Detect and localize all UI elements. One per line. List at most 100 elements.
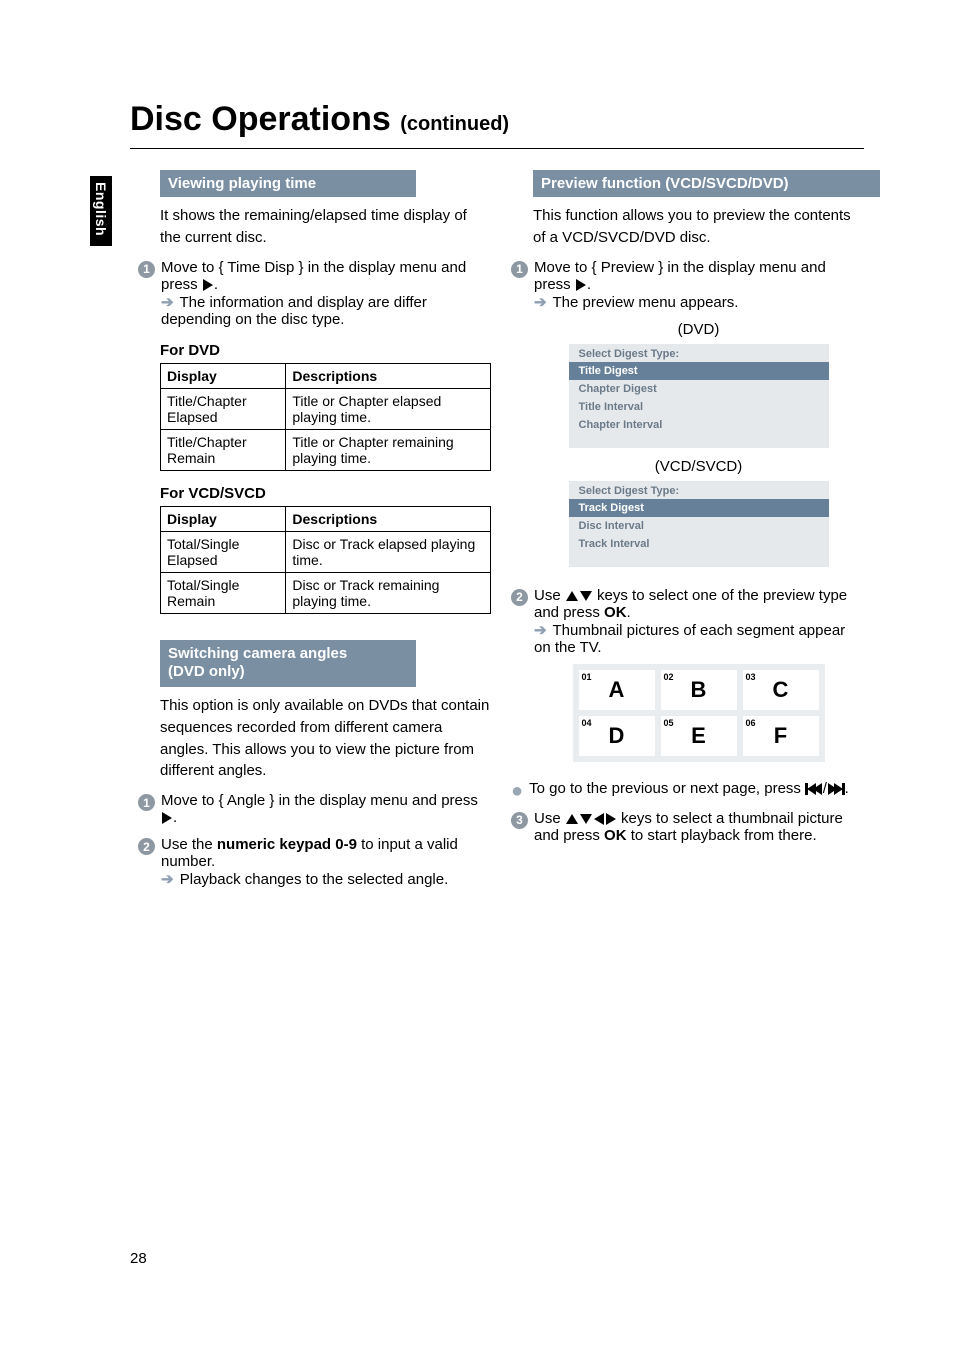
l2s1a: Move to { Angle } in the display menu an…	[161, 792, 478, 809]
spacer	[160, 614, 491, 640]
result-arrow-icon: ➔	[534, 622, 549, 639]
table-row: Title/Chapter RemainTitle or Chapter rem…	[161, 429, 491, 470]
caption-for-dvd: For DVD	[160, 342, 491, 359]
preview-menu-vcd: Select Digest Type: Track Digest Disc In…	[569, 481, 829, 567]
td: Title/Chapter Elapsed	[161, 388, 286, 429]
td: Disc or Track remaining playing time.	[286, 572, 491, 613]
td: Total/Single Elapsed	[161, 531, 286, 572]
title-sub: (continued)	[400, 113, 509, 135]
right-triangle-icon	[576, 279, 586, 291]
right-column: Preview function (VCD/SVCD/DVD) This fun…	[533, 170, 864, 888]
step-left1-1-text: Move to { Time Disp } in the display men…	[161, 259, 491, 328]
right-triangle-icon	[203, 279, 213, 291]
th: Descriptions	[286, 363, 491, 388]
up-triangle-icon	[566, 814, 578, 824]
page-title-wrap: Disc Operations (continued)	[130, 100, 864, 139]
table-row: Title/Chapter ElapsedTitle or Chapter el…	[161, 388, 491, 429]
step-left2-2-text: Use the numeric keypad 0-9 to input a va…	[161, 836, 491, 888]
l2s1b: .	[173, 809, 177, 826]
caption-dvd-menu: (DVD)	[533, 321, 864, 338]
thumb-label: C	[743, 670, 819, 710]
th: Descriptions	[286, 506, 491, 531]
thumb-label: A	[579, 670, 655, 710]
th: Display	[161, 363, 286, 388]
r3a: Use	[534, 810, 565, 827]
intro-preview: This function allows you to preview the …	[533, 205, 864, 249]
caption-vcd-menu: (VCD/SVCD)	[533, 458, 864, 475]
section-header-preview: Preview function (VCD/SVCD/DVD)	[533, 170, 880, 197]
intro-camera-angles: This option is only available on DVDs th…	[160, 695, 491, 782]
menu-item-selected: Track Digest	[569, 499, 829, 517]
step-right-1: 1 Move to { Preview } in the display men…	[511, 259, 864, 311]
thumbnail: 02B	[661, 670, 737, 710]
table-row: Total/Single RemainDisc or Track remaini…	[161, 572, 491, 613]
td: Title/Chapter Remain	[161, 429, 286, 470]
menu-item-selected: Title Digest	[569, 362, 829, 380]
result-arrow-icon: ➔	[161, 871, 176, 888]
result-arrow-icon: ➔	[161, 294, 176, 311]
thumbnail: 06F	[743, 716, 819, 756]
step-number-2-icon: 2	[511, 589, 528, 606]
td: Disc or Track elapsed playing time.	[286, 531, 491, 572]
menu-item: Title Interval	[569, 398, 829, 416]
thumbnail: 04D	[579, 716, 655, 756]
step-left2-1: 1 Move to { Angle } in the display menu …	[138, 792, 491, 826]
thumbnail: 03C	[743, 670, 819, 710]
step-number-2-icon: 2	[138, 838, 155, 855]
title-rule	[130, 148, 864, 149]
r2ok: OK	[604, 604, 627, 621]
page: Disc Operations (continued) English View…	[0, 0, 954, 1347]
step-number-1-icon: 1	[511, 261, 528, 278]
step-number-1-icon: 1	[138, 261, 155, 278]
bullet-icon: ●	[511, 779, 523, 801]
menu-header: Select Digest Type:	[569, 344, 829, 362]
page-title: Disc Operations (continued)	[130, 100, 509, 138]
step-number-3-icon: 3	[511, 812, 528, 829]
step-number-1-icon: 1	[138, 794, 155, 811]
thumb-label: E	[661, 716, 737, 756]
thumb-label: D	[579, 716, 655, 756]
thumbnail: 05E	[661, 716, 737, 756]
step-left2-2: 2 Use the numeric keypad 0-9 to input a …	[138, 836, 491, 888]
thumb-label: B	[661, 670, 737, 710]
r3c: to start playback from there.	[627, 827, 817, 844]
intro-viewing-time: It shows the remaining/elapsed time disp…	[160, 205, 491, 249]
menu-item: Chapter Interval	[569, 416, 829, 434]
thumbnail: 01A	[579, 670, 655, 710]
td: Title or Chapter remaining playing time.	[286, 429, 491, 470]
r1res: The preview menu appears.	[552, 294, 738, 311]
skip-previous-icon	[805, 783, 819, 795]
bullet-prev-next: ● To go to the previous or next page, pr…	[511, 780, 864, 800]
menu-item: Chapter Digest	[569, 380, 829, 398]
menu-item: Disc Interval	[569, 517, 829, 535]
skip-next-icon	[831, 783, 845, 795]
r3ok: OK	[604, 827, 627, 844]
result-arrow-icon: ➔	[534, 294, 549, 311]
left-triangle-icon	[594, 813, 604, 825]
preview-menu-dvd: Select Digest Type: Title Digest Chapter…	[569, 344, 829, 448]
right-triangle-icon	[162, 812, 172, 824]
hdr2l1: Switching camera angles	[168, 645, 347, 662]
r2a: Use	[534, 587, 565, 604]
step-left2-1-text: Move to { Angle } in the display menu an…	[161, 792, 491, 826]
table-row: DisplayDescriptions	[161, 363, 491, 388]
th: Display	[161, 506, 286, 531]
step-right-2: 2 Use keys to select one of the preview …	[511, 587, 864, 656]
thumbnail-grid: 01A 02B 03C 04D 05E 06F	[573, 664, 825, 762]
table-vcd: DisplayDescriptions Total/Single Elapsed…	[160, 506, 491, 614]
language-sidelabel: English	[90, 176, 112, 246]
r2c: .	[627, 604, 631, 621]
bullet-text: To go to the previous or next page, pres…	[529, 780, 849, 800]
menu-item: Track Interval	[569, 535, 829, 553]
ba: To go to the previous or next page, pres…	[529, 780, 805, 797]
r2res: Thumbnail pictures of each segment appea…	[534, 622, 845, 656]
menu-header: Select Digest Type:	[569, 481, 829, 499]
step-right-3: 3 Use keys to select a thumbnail picture…	[511, 810, 864, 844]
down-triangle-icon	[580, 591, 592, 601]
right-triangle-icon	[606, 813, 616, 825]
section-header-viewing-time: Viewing playing time	[160, 170, 416, 197]
thumb-label: F	[743, 716, 819, 756]
l2r2: Playback changes to the selected angle.	[180, 871, 449, 888]
page-number: 28	[130, 1250, 147, 1267]
table-row: Total/Single ElapsedDisc or Track elapse…	[161, 531, 491, 572]
